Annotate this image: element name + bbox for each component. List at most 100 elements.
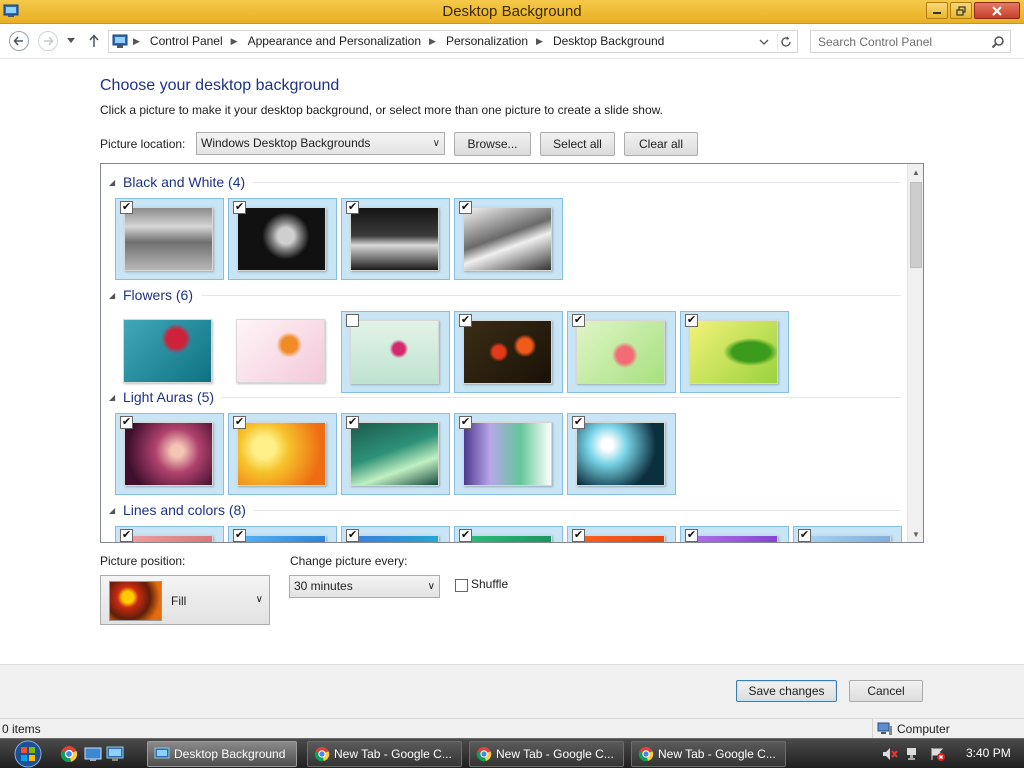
wallpaper-checkbox[interactable]: ✔ bbox=[572, 529, 585, 542]
taskbar-item-chrome[interactable]: New Tab - Google C... bbox=[307, 741, 462, 767]
show-desktop-icon[interactable] bbox=[84, 745, 102, 763]
wallpaper-checkbox[interactable]: ✔ bbox=[685, 529, 698, 542]
wallpaper-checkbox[interactable]: ✔ bbox=[572, 314, 585, 327]
wallpaper-thumbnail[interactable] bbox=[228, 311, 337, 393]
minimize-button[interactable] bbox=[926, 2, 948, 19]
taskbar-item-desktop-background[interactable]: Desktop Background bbox=[147, 741, 297, 767]
browse-button[interactable]: Browse... bbox=[454, 132, 531, 156]
wallpaper-thumbnail[interactable]: ✔ bbox=[567, 413, 676, 495]
action-center-icon[interactable] bbox=[930, 747, 946, 761]
search-input[interactable] bbox=[811, 31, 989, 52]
close-button[interactable] bbox=[974, 2, 1020, 19]
wallpaper-checkbox[interactable]: ✔ bbox=[346, 416, 359, 429]
wallpaper-checkbox[interactable]: ✔ bbox=[459, 314, 472, 327]
scrollbar-thumb[interactable] bbox=[910, 182, 922, 268]
taskbar-item-chrome[interactable]: New Tab - Google C... bbox=[469, 741, 624, 767]
back-button[interactable] bbox=[9, 31, 29, 51]
start-button[interactable] bbox=[8, 740, 48, 768]
wallpaper-gallery[interactable]: ◢ Black and White (4) ✔ ✔ ✔ ✔ ◢ Flowers (6) ✔ ✔ ✔ ◢… bbox=[100, 163, 924, 543]
scroll-down-icon[interactable]: ▼ bbox=[908, 526, 923, 542]
wallpaper-checkbox[interactable]: ✔ bbox=[685, 314, 698, 327]
wallpaper-checkbox[interactable]: ✔ bbox=[798, 529, 811, 542]
collapse-arrow-icon[interactable]: ◢ bbox=[109, 506, 119, 515]
gallery-scrollbar[interactable]: ▲ ▼ bbox=[907, 164, 923, 542]
breadcrumb-appearance[interactable]: Appearance and Personalization bbox=[248, 34, 421, 48]
chrome-icon[interactable] bbox=[60, 745, 78, 763]
picture-location-select[interactable]: Windows Desktop Backgrounds ∨ bbox=[196, 132, 445, 155]
wallpaper-thumbnail[interactable]: ✔ bbox=[115, 526, 224, 542]
forward-button[interactable] bbox=[38, 31, 58, 51]
address-bar[interactable]: ▶ Control Panel ▶ Appearance and Persona… bbox=[108, 30, 798, 53]
wallpaper-thumbnail[interactable] bbox=[115, 311, 224, 393]
wallpaper-checkbox[interactable]: ✔ bbox=[572, 416, 585, 429]
group-header[interactable]: ◢ Light Auras (5) bbox=[109, 387, 901, 407]
wallpaper-image bbox=[123, 319, 212, 383]
wallpaper-thumbnail[interactable]: ✔ bbox=[228, 526, 337, 542]
cancel-button[interactable]: Cancel bbox=[849, 680, 923, 702]
recent-pages-dropdown[interactable] bbox=[64, 33, 78, 49]
wallpaper-checkbox[interactable]: ✔ bbox=[233, 416, 246, 429]
collapse-arrow-icon[interactable]: ◢ bbox=[109, 393, 119, 402]
breadcrumb-separator-icon[interactable]: ▶ bbox=[536, 36, 543, 47]
wallpaper-thumbnail[interactable]: ✔ bbox=[228, 198, 337, 280]
wallpaper-checkbox[interactable]: ✔ bbox=[233, 201, 246, 214]
collapse-arrow-icon[interactable]: ◢ bbox=[109, 178, 119, 187]
wallpaper-thumbnail[interactable]: ✔ bbox=[680, 311, 789, 393]
refresh-button[interactable] bbox=[777, 34, 793, 50]
breadcrumb-separator-icon[interactable]: ▶ bbox=[429, 36, 436, 47]
group-header[interactable]: ◢ Black and White (4) bbox=[109, 172, 901, 192]
wallpaper-thumbnail[interactable]: ✔ bbox=[228, 413, 337, 495]
wallpaper-checkbox[interactable] bbox=[346, 314, 359, 327]
picture-position-select[interactable]: Fill ∨ bbox=[100, 575, 270, 625]
scroll-up-icon[interactable]: ▲ bbox=[908, 164, 923, 180]
wallpaper-thumbnail[interactable] bbox=[341, 311, 450, 393]
breadcrumb-control-panel[interactable]: Control Panel bbox=[150, 34, 223, 48]
search-box[interactable] bbox=[810, 30, 1011, 53]
group-header[interactable]: ◢ Lines and colors (8) bbox=[109, 500, 901, 520]
wallpaper-thumbnail[interactable]: ✔ bbox=[793, 526, 902, 542]
wallpaper-checkbox[interactable]: ✔ bbox=[346, 529, 359, 542]
wallpaper-thumbnail[interactable]: ✔ bbox=[454, 311, 563, 393]
wallpaper-thumbnail[interactable]: ✔ bbox=[567, 526, 676, 542]
taskbar-item-chrome[interactable]: New Tab - Google C... bbox=[631, 741, 786, 767]
wallpaper-checkbox[interactable]: ✔ bbox=[233, 529, 246, 542]
change-interval-select[interactable]: 30 minutes ∨ bbox=[289, 575, 440, 598]
wallpaper-checkbox[interactable]: ✔ bbox=[120, 201, 133, 214]
status-divider bbox=[872, 719, 873, 739]
wallpaper-thumbnail[interactable]: ✔ bbox=[454, 198, 563, 280]
wallpaper-thumbnail[interactable]: ✔ bbox=[341, 198, 450, 280]
wallpaper-checkbox[interactable]: ✔ bbox=[459, 416, 472, 429]
chevron-down-icon: ∨ bbox=[427, 581, 435, 592]
wallpaper-thumbnail[interactable]: ✔ bbox=[341, 526, 450, 542]
wallpaper-checkbox[interactable]: ✔ bbox=[120, 416, 133, 429]
save-changes-button[interactable]: Save changes bbox=[736, 680, 837, 702]
breadcrumb-desktop-background[interactable]: Desktop Background bbox=[553, 34, 664, 48]
up-button[interactable] bbox=[86, 32, 102, 50]
wallpaper-thumbnail[interactable]: ✔ bbox=[454, 413, 563, 495]
collapse-arrow-icon[interactable]: ◢ bbox=[109, 291, 119, 300]
address-history-dropdown[interactable] bbox=[757, 35, 771, 49]
wallpaper-thumbnail[interactable]: ✔ bbox=[115, 198, 224, 280]
wallpaper-checkbox[interactable]: ✔ bbox=[346, 201, 359, 214]
wallpaper-checkbox[interactable]: ✔ bbox=[120, 529, 133, 542]
volume-muted-icon[interactable] bbox=[882, 747, 898, 761]
wallpaper-thumbnail[interactable]: ✔ bbox=[454, 526, 563, 542]
breadcrumb-separator-icon[interactable]: ▶ bbox=[231, 36, 238, 47]
wallpaper-thumbnail[interactable]: ✔ bbox=[567, 311, 676, 393]
wallpaper-thumbnail[interactable]: ✔ bbox=[680, 526, 789, 542]
wallpaper-thumbnail[interactable]: ✔ bbox=[115, 413, 224, 495]
breadcrumb-personalization[interactable]: Personalization bbox=[446, 34, 528, 48]
search-icon[interactable] bbox=[991, 35, 1005, 49]
restore-button[interactable] bbox=[950, 2, 972, 19]
wallpaper-image bbox=[236, 319, 325, 383]
select-all-button[interactable]: Select all bbox=[540, 132, 615, 156]
wallpaper-thumbnail[interactable]: ✔ bbox=[341, 413, 450, 495]
shuffle-label[interactable]: Shuffle bbox=[471, 577, 508, 591]
shuffle-checkbox[interactable] bbox=[455, 579, 468, 592]
clear-all-button[interactable]: Clear all bbox=[624, 132, 698, 156]
group-header[interactable]: ◢ Flowers (6) bbox=[109, 285, 901, 305]
network-icon[interactable] bbox=[906, 747, 922, 761]
control-panel-icon[interactable] bbox=[106, 745, 124, 763]
wallpaper-checkbox[interactable]: ✔ bbox=[459, 529, 472, 542]
wallpaper-checkbox[interactable]: ✔ bbox=[459, 201, 472, 214]
